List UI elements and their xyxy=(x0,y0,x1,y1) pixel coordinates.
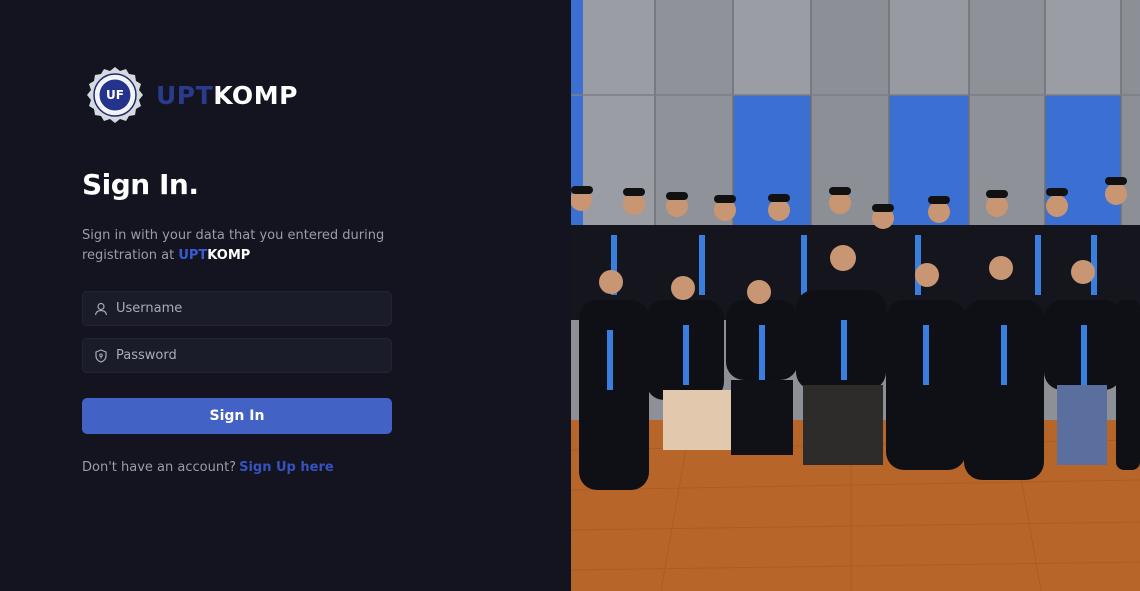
sign-in-button[interactable]: Sign In xyxy=(82,398,392,434)
brand-name-part1: UPT xyxy=(156,80,214,110)
description-brand-part2: KOMP xyxy=(207,248,251,263)
username-field[interactable] xyxy=(82,291,392,326)
description-brand-part1: UPT xyxy=(178,248,208,263)
logo-letters: UF xyxy=(106,88,124,102)
no-account-text: Don't have an account? xyxy=(82,460,237,475)
user-icon xyxy=(94,302,108,315)
page-title: Sign In. xyxy=(82,168,199,201)
uptkomp-logo: UF xyxy=(87,67,143,123)
sign-up-link[interactable]: Sign Up here xyxy=(239,460,334,475)
brand-name: UPTKOMP xyxy=(156,81,298,110)
shield-lock-icon xyxy=(95,348,107,363)
username-input[interactable] xyxy=(116,301,376,316)
signup-prompt: Don't have an account? Sign Up here xyxy=(82,460,334,475)
group-photo-image xyxy=(571,0,1140,591)
signin-description: Sign in with your data that you entered … xyxy=(82,226,402,266)
group-photo xyxy=(571,0,1140,591)
brand-name-part2: KOMP xyxy=(213,80,298,110)
login-panel: UF UPTKOMP Sign In. Sign in with your da… xyxy=(0,0,571,591)
password-field[interactable] xyxy=(82,338,392,373)
brand: UF UPTKOMP xyxy=(86,66,298,124)
password-input[interactable] xyxy=(116,348,376,363)
